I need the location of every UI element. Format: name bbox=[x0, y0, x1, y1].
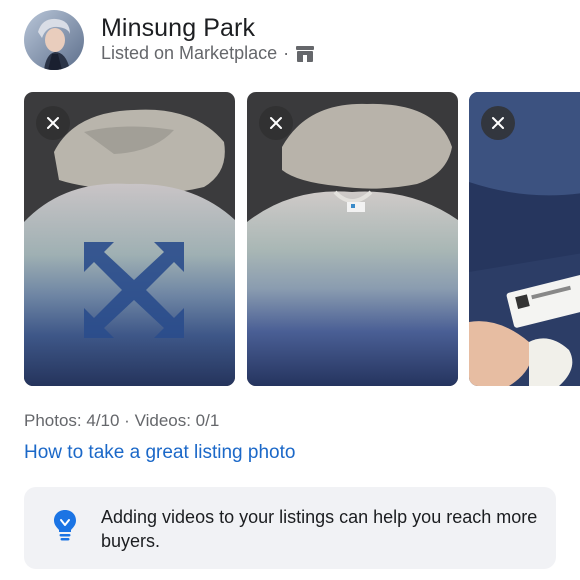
close-icon bbox=[492, 117, 504, 129]
photo-thumbnail-3[interactable] bbox=[469, 92, 580, 386]
store-icon bbox=[295, 45, 315, 63]
photo-thumbnail-2[interactable] bbox=[247, 92, 458, 386]
avatar[interactable] bbox=[24, 10, 84, 70]
video-tip-text: Adding videos to your listings can help … bbox=[101, 507, 538, 551]
listing-context-label: Listed on Marketplace bbox=[101, 43, 278, 63]
close-icon bbox=[47, 117, 59, 129]
remove-photo-button-2[interactable] bbox=[259, 106, 293, 140]
marketplace-listing-editor: Minsung Park Listed on Marketplace · Pho… bbox=[0, 0, 580, 580]
listing-context: Listed on Marketplace · bbox=[101, 43, 315, 64]
lightbulb-icon bbox=[52, 508, 78, 542]
listing-photo-tips-link[interactable]: How to take a great listing photo bbox=[24, 442, 295, 464]
remove-photo-button-1[interactable] bbox=[36, 106, 70, 140]
seller-header: Minsung Park Listed on Marketplace · bbox=[24, 8, 564, 72]
close-icon bbox=[270, 117, 282, 129]
photo-image-3 bbox=[469, 92, 580, 386]
remove-photo-button-3[interactable] bbox=[481, 106, 515, 140]
seller-name[interactable]: Minsung Park bbox=[101, 14, 255, 43]
photo-strip[interactable] bbox=[24, 92, 580, 386]
video-tip-card: Adding videos to your listings can help … bbox=[24, 487, 556, 569]
photo-thumbnail-1[interactable] bbox=[24, 92, 235, 386]
media-counts: Photos: 4/10 · Videos: 0/1 bbox=[24, 411, 220, 430]
separator-dot: · bbox=[283, 43, 290, 63]
